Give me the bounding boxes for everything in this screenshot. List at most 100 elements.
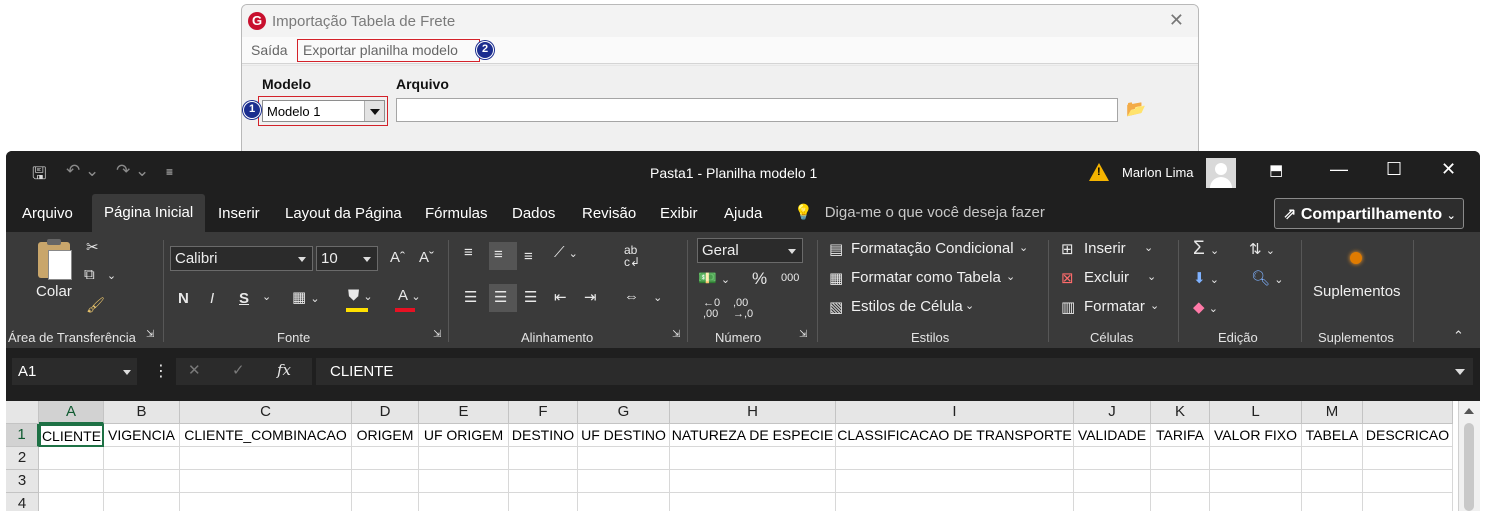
delete-cells-icon[interactable]: ⊠	[1061, 269, 1074, 287]
cell-styles-icon[interactable]: ▧	[829, 298, 843, 316]
table-cell[interactable]	[104, 470, 180, 493]
format-as-table-icon[interactable]: ▦	[829, 269, 843, 287]
arquivo-input[interactable]	[396, 98, 1118, 122]
table-cell[interactable]	[836, 493, 1074, 511]
avatar[interactable]	[1206, 158, 1236, 188]
column-header[interactable]: F	[509, 401, 578, 424]
table-cell[interactable]: UF ORIGEM	[419, 424, 509, 447]
active-cell[interactable]: CLIENTE	[39, 424, 104, 447]
table-cell[interactable]	[419, 470, 509, 493]
table-cell[interactable]	[509, 447, 578, 470]
table-cell[interactable]	[670, 470, 836, 493]
tab-exibir[interactable]: Exibir	[660, 205, 698, 222]
row-header[interactable]: 3	[6, 470, 39, 493]
table-cell[interactable]	[836, 470, 1074, 493]
font-size-select[interactable]: 10	[316, 246, 378, 271]
table-cell[interactable]	[670, 447, 836, 470]
font-family-select[interactable]: Calibri	[170, 246, 313, 271]
tab-dados[interactable]: Dados	[512, 205, 555, 222]
fill-color-icon[interactable]: ⛊ ⌄	[348, 287, 373, 304]
chevron-down-icon[interactable]: ⌄	[262, 290, 271, 303]
dialog-launcher-icon[interactable]: ⇲	[146, 329, 154, 340]
scroll-up-icon[interactable]	[1464, 408, 1474, 414]
dialog-launcher-icon[interactable]: ⇲	[672, 329, 680, 340]
warning-icon[interactable]	[1089, 163, 1109, 181]
table-cell[interactable]	[578, 447, 670, 470]
align-right-icon[interactable]: ☰	[524, 288, 537, 306]
table-cell[interactable]: VIGENCIA	[104, 424, 180, 447]
column-header[interactable]: H	[670, 401, 836, 424]
align-middle-icon[interactable]: ≡	[494, 246, 503, 263]
table-cell[interactable]	[39, 493, 104, 511]
table-cell[interactable]	[104, 493, 180, 511]
dialog-launcher-icon[interactable]: ⇲	[433, 329, 441, 340]
tab-inserir[interactable]: Inserir	[218, 205, 260, 222]
column-header[interactable]	[1363, 401, 1453, 424]
table-cell[interactable]: ORIGEM	[352, 424, 419, 447]
wrap-text-icon[interactable]: ab c↲	[624, 244, 640, 268]
format-cells-button[interactable]: Formatar	[1084, 298, 1145, 315]
table-cell[interactable]	[578, 470, 670, 493]
table-cell[interactable]	[1210, 447, 1302, 470]
underline-button[interactable]: S	[239, 290, 249, 307]
table-cell[interactable]	[180, 447, 352, 470]
align-bottom-icon[interactable]: ≡	[524, 248, 533, 265]
align-center-icon[interactable]: ☰	[494, 288, 507, 306]
table-cell[interactable]: NATUREZA DE ESPECIE	[670, 424, 836, 447]
percent-style-button[interactable]: %	[752, 269, 767, 289]
formula-input[interactable]: CLIENTE	[316, 358, 1473, 385]
confirm-entry-icon[interactable]: ✓	[232, 361, 245, 379]
column-header[interactable]: E	[419, 401, 509, 424]
more-options-icon[interactable]: ⋮	[153, 361, 169, 381]
italic-button[interactable]: I	[210, 290, 214, 307]
minimize-icon[interactable]: —	[1330, 159, 1348, 180]
cancel-entry-icon[interactable]: ✕	[188, 361, 201, 379]
table-cell[interactable]	[39, 470, 104, 493]
cut-icon[interactable]: ✂	[86, 238, 99, 256]
table-cell[interactable]	[1210, 470, 1302, 493]
addins-button[interactable]: Suplementos	[1313, 283, 1401, 300]
table-cell[interactable]: CLIENTE_COMBINACAO	[180, 424, 352, 447]
column-header[interactable]: I	[836, 401, 1074, 424]
row-header[interactable]: 1	[6, 424, 39, 447]
collapse-ribbon-icon[interactable]: ⌃	[1453, 328, 1464, 344]
table-cell[interactable]	[419, 447, 509, 470]
column-header[interactable]: L	[1210, 401, 1302, 424]
table-cell[interactable]	[352, 447, 419, 470]
copy-icon[interactable]: ⧉ ⌄	[84, 266, 116, 283]
table-cell[interactable]	[578, 493, 670, 511]
table-cell[interactable]	[352, 493, 419, 511]
table-cell[interactable]: VALOR FIXO	[1210, 424, 1302, 447]
table-cell[interactable]: TABELA	[1302, 424, 1363, 447]
increase-decimal-icon[interactable]: ←0,00	[703, 298, 720, 320]
column-header[interactable]: G	[578, 401, 670, 424]
table-cell[interactable]: UF DESTINO	[578, 424, 670, 447]
format-painter-icon[interactable]: 🖌	[86, 296, 105, 314]
insert-function-icon[interactable]: fx	[277, 361, 291, 379]
addins-icon[interactable]	[1350, 252, 1362, 264]
table-cell[interactable]	[1302, 447, 1363, 470]
table-cell[interactable]	[1302, 493, 1363, 511]
close-window-icon[interactable]: ✕	[1441, 159, 1456, 180]
align-top-icon[interactable]: ≡	[464, 244, 473, 261]
column-header[interactable]: K	[1151, 401, 1210, 424]
ribbon-display-options-icon[interactable]: ⬒	[1269, 161, 1283, 179]
scroll-thumb[interactable]	[1464, 423, 1474, 511]
row-header[interactable]: 2	[6, 447, 39, 470]
table-cell[interactable]	[1210, 493, 1302, 511]
table-cell[interactable]	[1302, 470, 1363, 493]
tab-ajuda[interactable]: Ajuda	[724, 205, 762, 222]
table-cell[interactable]	[1363, 470, 1453, 493]
tab-revisao[interactable]: Revisão	[582, 205, 636, 222]
table-cell[interactable]: TARIFA	[1151, 424, 1210, 447]
column-header[interactable]: C	[180, 401, 352, 424]
table-cell[interactable]	[104, 447, 180, 470]
font-color-icon[interactable]: A ⌄	[398, 287, 421, 304]
paste-icon[interactable]	[38, 239, 72, 280]
close-icon[interactable]: ✕	[1169, 10, 1184, 31]
increase-font-size-icon[interactable]: Aˆ	[390, 249, 405, 266]
customize-qat-icon[interactable]: ≡	[166, 165, 173, 179]
merge-center-icon[interactable]: ⇔ ⌄	[624, 288, 662, 305]
table-cell[interactable]	[180, 493, 352, 511]
autosum-icon[interactable]: Σ ⌄	[1193, 238, 1219, 260]
